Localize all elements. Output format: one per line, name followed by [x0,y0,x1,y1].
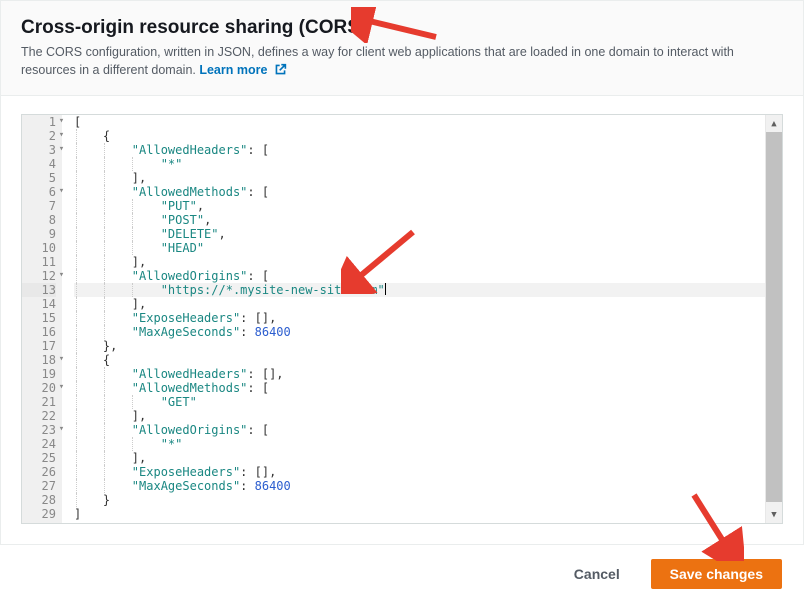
learn-more-label: Learn more [199,63,267,77]
cors-panel: Cross-origin resource sharing (CORS) The… [0,0,804,545]
save-button[interactable]: Save changes [651,559,782,589]
json-editor[interactable]: 1▾2▾3▾456▾789101112▾131415161718▾1920▾21… [21,114,783,524]
scroll-up-icon[interactable]: ▲ [766,115,782,132]
page-title: Cross-origin resource sharing (CORS) [21,17,783,39]
external-link-icon [274,63,287,81]
scroll-down-icon[interactable]: ▼ [766,506,782,523]
page-description: The CORS configuration, written in JSON,… [21,43,783,81]
scrollbar[interactable]: ▲ ▼ [765,115,782,523]
cancel-button[interactable]: Cancel [555,559,639,589]
editor-gutter: 1▾2▾3▾456▾789101112▾131415161718▾1920▾21… [22,115,62,523]
description-text: The CORS configuration, written in JSON,… [21,45,734,77]
editor-container: 1▾2▾3▾456▾789101112▾131415161718▾1920▾21… [1,96,803,544]
panel-header: Cross-origin resource sharing (CORS) The… [1,1,803,96]
editor-code[interactable]: [ { "AllowedHeaders": [ "*" ], "AllowedM… [74,115,765,521]
footer-actions: Cancel Save changes [0,545,804,603]
learn-more-link[interactable]: Learn more [199,63,287,77]
scrollbar-thumb[interactable] [766,132,782,502]
